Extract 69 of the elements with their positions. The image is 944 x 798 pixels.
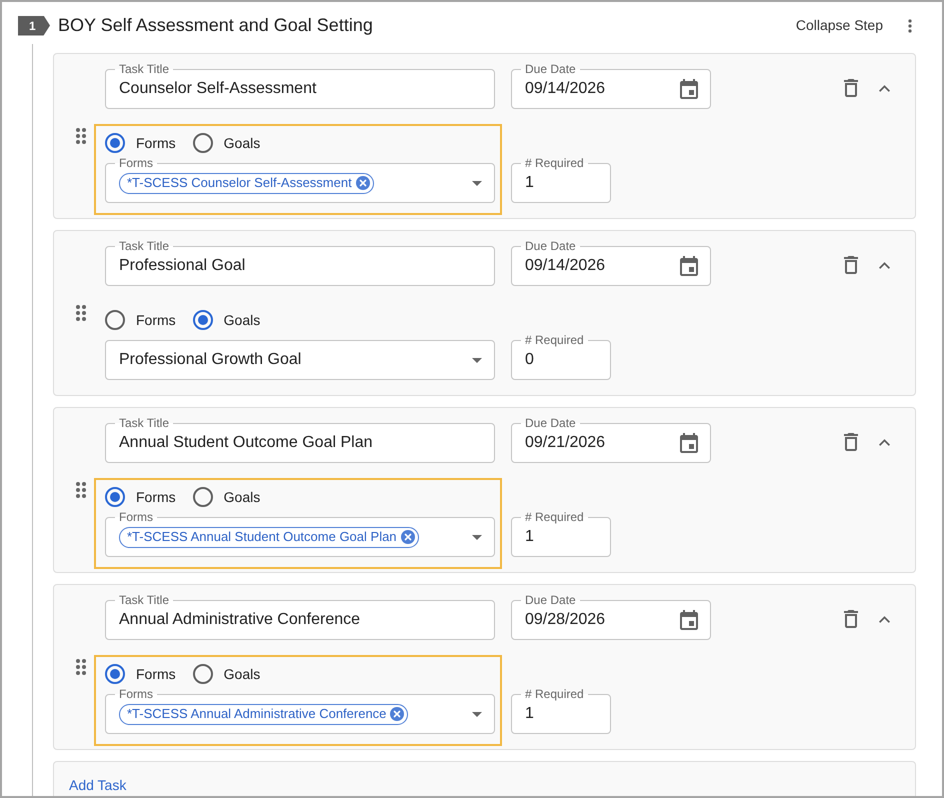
radio-option[interactable]: Goals: [192, 308, 260, 332]
forms-select-field[interactable]: Forms *T-SCESS Counselor Self-Assessment: [105, 156, 495, 203]
step-number-badge: 1: [18, 16, 50, 36]
add-task-link[interactable]: Add Task: [69, 777, 126, 793]
required-count-field[interactable]: # Required 1: [511, 156, 611, 203]
field-label: Forms: [118, 510, 154, 524]
field-label: Forms: [118, 156, 154, 170]
field-label: Forms: [118, 687, 154, 701]
radio-option[interactable]: Forms: [105, 308, 176, 332]
chip-label: *T-SCESS Annual Student Outcome Goal Plan: [127, 528, 397, 546]
task-title-field[interactable]: Task Title Professional Goal: [105, 239, 495, 286]
drag-handle-icon[interactable]: [76, 128, 86, 144]
required-count-field[interactable]: # Required 1: [511, 687, 611, 734]
forms-select-field[interactable]: Forms *T-SCESS Annual Student Outcome Goal Plan: [105, 510, 495, 557]
radio-icon[interactable]: [192, 487, 213, 507]
radio-option[interactable]: Forms: [105, 131, 176, 155]
radio-option[interactable]: Forms: [105, 662, 176, 686]
field-label: # Required: [524, 156, 585, 170]
radio-option[interactable]: Goals: [192, 131, 260, 155]
due-date-field[interactable]: Due Date 09/14/2026: [511, 62, 711, 109]
field-label: Task Title: [118, 593, 170, 607]
radio-icon[interactable]: [192, 133, 213, 153]
forms-select-field[interactable]: Forms *T-SCESS Annual Administrative Conference: [105, 687, 495, 734]
calendar-icon[interactable]: [680, 433, 698, 453]
remove-chip-icon[interactable]: [400, 530, 415, 544]
remove-chip-icon[interactable]: [390, 707, 404, 721]
calendar-icon[interactable]: [680, 79, 698, 99]
field-label: Task Title: [118, 62, 170, 76]
step-title: BOY Self Assessment and Goal Setting: [58, 14, 373, 37]
radio-icon[interactable]: [105, 310, 125, 330]
drag-handle-icon[interactable]: [76, 482, 86, 498]
goal-select-field[interactable]: Professional Growth Goal: [105, 340, 495, 380]
radio-selected-icon[interactable]: [105, 487, 125, 507]
drag-handle-icon[interactable]: [76, 305, 86, 321]
radio-selected-icon[interactable]: [105, 664, 125, 684]
required-count-field[interactable]: # Required 1: [511, 510, 611, 557]
due-date-field[interactable]: Due Date 09/28/2026: [511, 593, 711, 640]
field-label: Due Date: [524, 593, 577, 607]
dropdown-caret-icon[interactable]: [472, 180, 482, 186]
task-title-field[interactable]: Task Title Counselor Self-Assessment: [105, 62, 495, 109]
field-label: # Required: [524, 687, 585, 701]
field-label: Task Title: [118, 416, 170, 430]
radio-selected-icon[interactable]: [105, 133, 125, 153]
radio-option[interactable]: Forms: [105, 485, 176, 509]
field-label: # Required: [524, 510, 585, 524]
chip-label: *T-SCESS Counselor Self-Assessment: [127, 174, 352, 192]
task-title-field[interactable]: Task Title Annual Student Outcome Goal Plan: [105, 416, 495, 463]
radio-option[interactable]: Goals: [192, 662, 260, 686]
radio-icon[interactable]: [192, 664, 213, 684]
drag-handle-icon[interactable]: [76, 659, 86, 675]
field-label: Due Date: [524, 62, 577, 76]
chip-label: *T-SCESS Annual Administrative Conference: [127, 705, 386, 724]
field-label: # Required: [524, 333, 585, 347]
due-date-field[interactable]: Due Date 09/21/2026: [511, 416, 711, 463]
field-label: Due Date: [524, 416, 577, 430]
dropdown-caret-icon[interactable]: [472, 358, 482, 362]
radio-option[interactable]: Goals: [192, 485, 260, 509]
task-title-field[interactable]: Task Title Annual Administrative Conference: [105, 593, 495, 640]
dropdown-caret-icon[interactable]: [472, 712, 482, 716]
calendar-icon[interactable]: [680, 256, 698, 276]
field-label: Due Date: [524, 239, 577, 253]
collapse-step-button[interactable]: Collapse Step: [794, 15, 885, 36]
remove-chip-icon[interactable]: [356, 176, 370, 190]
dropdown-caret-icon[interactable]: [472, 534, 482, 540]
radio-selected-icon[interactable]: [192, 310, 213, 330]
due-date-field[interactable]: Due Date 09/14/2026: [511, 239, 711, 286]
calendar-icon[interactable]: [680, 610, 698, 630]
field-label: Task Title: [118, 239, 170, 253]
required-count-field[interactable]: # Required 0: [511, 333, 611, 380]
